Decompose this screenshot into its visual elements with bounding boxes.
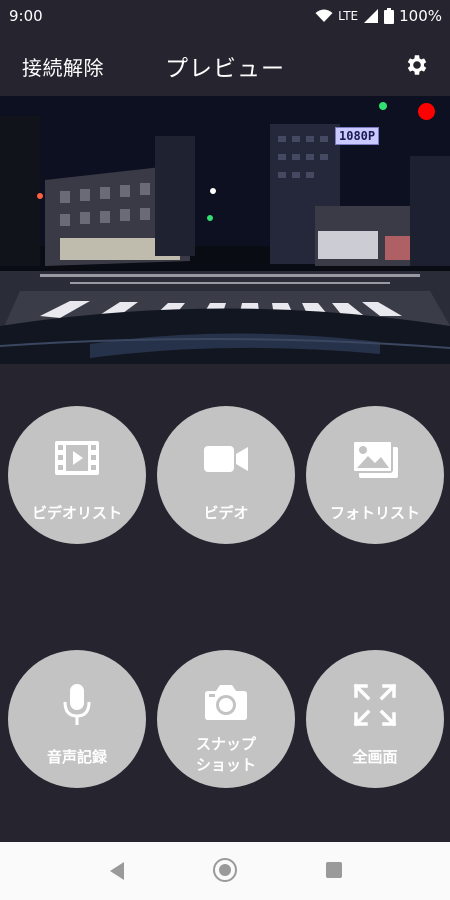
live-preview[interactable] — [0, 96, 450, 364]
gear-icon[interactable] — [404, 52, 430, 78]
audio-record-label: 音声記録 — [46, 748, 107, 766]
snapshot-button[interactable]: スナップ ショット — [157, 650, 295, 788]
network-type: LTE — [338, 9, 359, 23]
status-time: 9:00 — [9, 7, 43, 25]
wifi-icon — [315, 9, 333, 22]
photo-list-label: フォトリスト — [329, 504, 420, 522]
video-label: ビデオ — [203, 504, 249, 522]
photo-gallery-icon — [352, 440, 398, 478]
video-list-button[interactable]: ビデオリスト — [8, 406, 146, 544]
expand-icon — [353, 683, 397, 727]
snapshot-label-line1: スナップ — [195, 735, 256, 753]
recent-apps-icon[interactable] — [326, 862, 342, 878]
microphone-icon — [63, 684, 91, 725]
video-camera-icon — [204, 446, 248, 472]
resolution-badge: 1080P — [335, 127, 380, 145]
audio-record-button[interactable]: 音声記録 — [8, 650, 146, 788]
page-title: プレビュー — [165, 56, 285, 82]
back-icon[interactable] — [108, 861, 126, 881]
film-icon — [55, 441, 99, 475]
fullscreen-label: 全画面 — [352, 748, 398, 766]
snapshot-label: スナップ ショット — [157, 734, 295, 776]
battery-level: 100% — [399, 7, 442, 25]
battery-icon — [384, 8, 395, 24]
snapshot-label-line2: ショット — [195, 756, 256, 774]
system-nav-bar — [0, 842, 450, 900]
signal-icon — [364, 9, 379, 23]
recording-indicator — [418, 103, 435, 120]
home-icon[interactable] — [213, 858, 237, 882]
status-bar: 9:00 LTE 100% — [0, 0, 450, 32]
camera-icon — [205, 685, 247, 720]
photo-list-button[interactable]: フォトリスト — [306, 406, 444, 544]
app-bar: 接続解除 プレビュー — [0, 36, 450, 96]
video-button[interactable]: ビデオ — [157, 406, 295, 544]
camera-feed-image — [0, 96, 450, 364]
status-icons: LTE 100% — [315, 7, 442, 25]
video-list-label: ビデオリスト — [31, 504, 122, 522]
fullscreen-button[interactable]: 全画面 — [306, 650, 444, 788]
